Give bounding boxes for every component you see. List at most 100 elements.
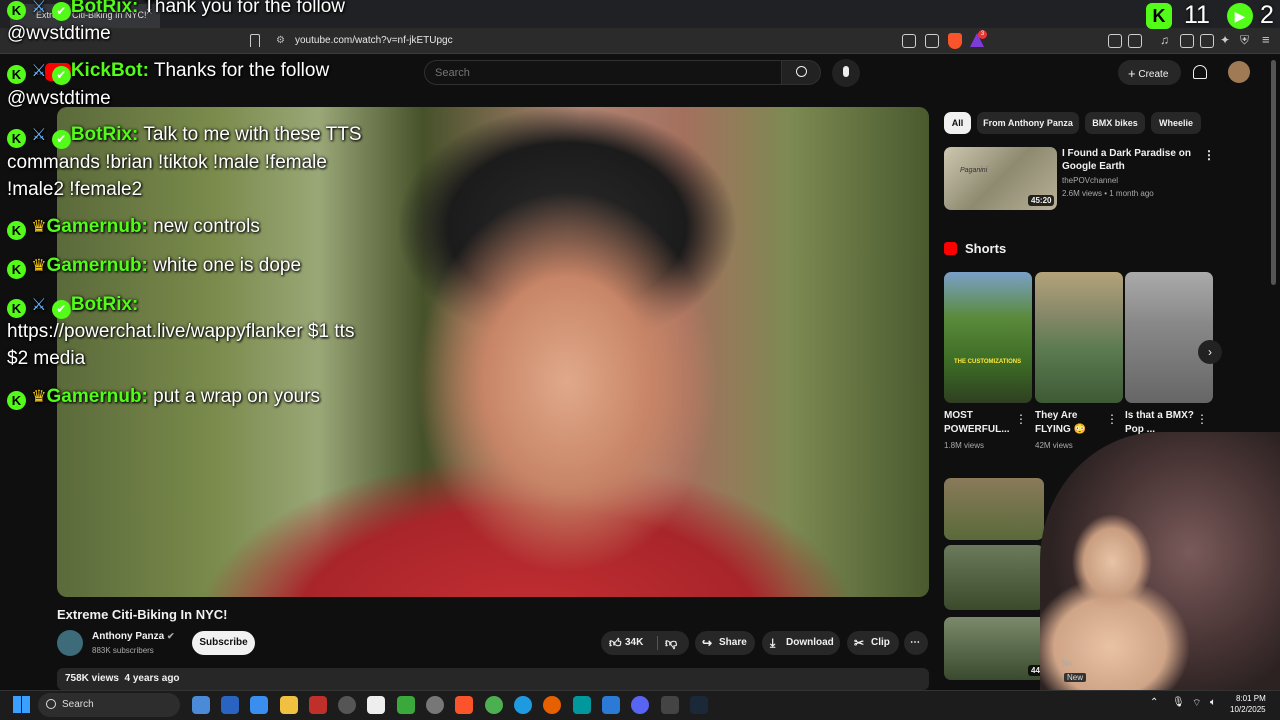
firefox-icon[interactable] [543,696,561,714]
more-options-icon[interactable]: ⋮ [1203,148,1215,162]
clip-label: Clip [871,637,890,648]
short-thumbnail-2[interactable] [1035,272,1123,403]
tray-overflow-icon[interactable]: ⌃ [1150,697,1158,708]
chat-username: BotRix: [70,124,139,145]
chat-message: commands !brian !tiktok !male !female [7,149,327,176]
vscode-icon[interactable] [602,696,620,714]
windows-start-icon[interactable] [13,696,30,713]
chat-message: !male2 !female2 [7,176,142,203]
kick-badge-icon: K [7,391,26,410]
kick-badge-icon: K [7,65,26,84]
share-page-icon[interactable] [925,34,939,48]
edge-icon[interactable] [514,696,532,714]
cast-icon[interactable] [902,34,916,48]
app-icon-3[interactable] [309,696,327,714]
screenshot-icon[interactable] [1128,34,1142,48]
sidebar-icon[interactable] [1180,34,1194,48]
app-icon-6[interactable] [397,696,415,714]
brave-browser-icon[interactable] [455,696,473,714]
voice-search-button[interactable] [832,59,860,87]
download-button[interactable]: ⤓ Download [762,631,840,655]
top-video-title[interactable]: I Found a Dark Paradise on Google Earth [1062,147,1197,173]
channel-name[interactable]: Anthony Panza ✔ [92,631,175,642]
short-more-icon[interactable]: ⋮ [1106,412,1118,426]
verified-badge-icon: ✔ [51,66,71,85]
taskbar-clock-time[interactable]: 8:01 PM [1236,694,1266,703]
network-icon[interactable]: ⌔ [1192,697,1201,710]
vpn-icon[interactable]: ⛨ [1240,33,1249,48]
more-actions-button[interactable]: ⋯ [904,631,928,655]
short-title-2[interactable]: They Are FLYING 😳 [1035,409,1109,437]
app-icon-2[interactable] [250,696,268,714]
taskbar-search[interactable]: Search [38,693,180,717]
chip-wheelie[interactable]: Wheelie [1151,112,1201,134]
chat-text: commands !brian !tiktok !male !female [7,152,327,173]
notifications-bell-icon[interactable] [1193,65,1207,79]
thumbs-down-icon[interactable]: 👎︎ [665,631,677,655]
like-count[interactable]: 34K [625,637,643,648]
video-player[interactable] [57,107,929,597]
chat-message: https://powerchat.live/wappyflanker $1 t… [7,318,354,345]
clip-button[interactable]: ✂ Clip [847,631,899,655]
play-icon: ▶ [1227,3,1253,29]
steam-icon[interactable] [690,696,708,714]
sword-badge-icon: ⚔ [31,295,47,314]
related-video-thumbnail-1[interactable] [944,478,1044,540]
volume-icon[interactable]: 🔈︎ [1210,697,1216,708]
chip-all[interactable]: All [944,112,971,134]
leo-ai-icon[interactable]: ✦ [1220,33,1230,47]
subscribe-button[interactable]: Subscribe [192,631,255,655]
top-video-channel[interactable]: thePOVchannel [1062,176,1118,185]
short-more-icon[interactable]: ⋮ [1015,412,1027,426]
extensions-icon[interactable] [1108,34,1122,48]
microphone-tray-icon[interactable]: 🎙︎ [1172,697,1185,708]
app-icon-7[interactable] [661,696,679,714]
related-video-thumbnail-2[interactable] [944,545,1044,610]
app-icon-1[interactable] [221,696,239,714]
share-button[interactable]: ↪ Share [695,631,755,655]
taskbar-clock-date[interactable]: 10/2/2025 [1230,705,1266,714]
video-description-box[interactable]: 758K views 4 years ago [57,668,929,690]
wallet-icon[interactable] [1200,34,1214,48]
channel-avatar[interactable] [57,630,83,656]
page-scrollbar[interactable] [1271,60,1276,285]
shorts-heading: Shorts [965,241,1007,256]
search-button[interactable] [781,60,821,85]
kick-badge-icon: K [7,221,26,240]
chat-message: K ⚔ ✔ BotRix: Thank you for the follow [7,0,345,21]
file-explorer-icon[interactable] [280,696,298,714]
arduino-icon[interactable] [573,696,591,714]
chip-from-channel[interactable]: From Anthony Panza [977,112,1079,134]
channel-name-text[interactable]: Anthony Panza [92,631,164,642]
discord-icon[interactable] [631,696,649,714]
media-icon[interactable]: ♫ [1160,33,1169,47]
share-label: Share [719,637,747,648]
search-input[interactable] [424,60,781,85]
account-avatar[interactable] [1228,61,1250,83]
app-icon-5[interactable] [367,696,385,714]
short-thumbnail-1[interactable]: THE CUSTOMIZATIONS [944,272,1032,403]
shorts-next-arrow-icon[interactable]: › [1198,340,1222,364]
brave-shields-icon[interactable] [948,33,962,49]
top-video-thumbnail[interactable]: Paganini 45:20 [944,147,1057,210]
bookmark-icon[interactable] [250,34,260,47]
verified-icon: ✔ [167,631,175,641]
chip-bmx-bikes[interactable]: BMX bikes [1085,112,1145,134]
app-icon-task-view[interactable] [192,696,210,714]
chat-message: K ♛Gamernub: white one is dope [7,252,301,279]
url-field[interactable]: youtube.com/watch?v=nf-jkETUpgc [295,35,453,46]
short-thumbnail-3[interactable] [1125,272,1213,403]
short-thumbnail-caption: THE CUSTOMIZATIONS [954,359,1022,365]
site-info-icon[interactable]: ⚙ [276,35,285,46]
obs-icon[interactable] [426,696,444,714]
menu-icon[interactable]: ≡ [1262,32,1270,47]
chrome-icon[interactable] [485,696,503,714]
thumbs-up-icon[interactable]: 👍︎ [609,631,622,655]
sword-badge-icon: ⚔ [31,0,47,16]
short-views-1: 1.8M views [944,441,985,450]
app-icon-4[interactable] [338,696,356,714]
short-more-icon[interactable]: ⋮ [1196,412,1208,426]
create-button[interactable]: + Create [1118,60,1181,85]
short-title-1[interactable]: MOST POWERFUL... [944,409,1018,437]
chat-text: https://powerchat.live/wappyflanker $1 t… [7,321,355,342]
